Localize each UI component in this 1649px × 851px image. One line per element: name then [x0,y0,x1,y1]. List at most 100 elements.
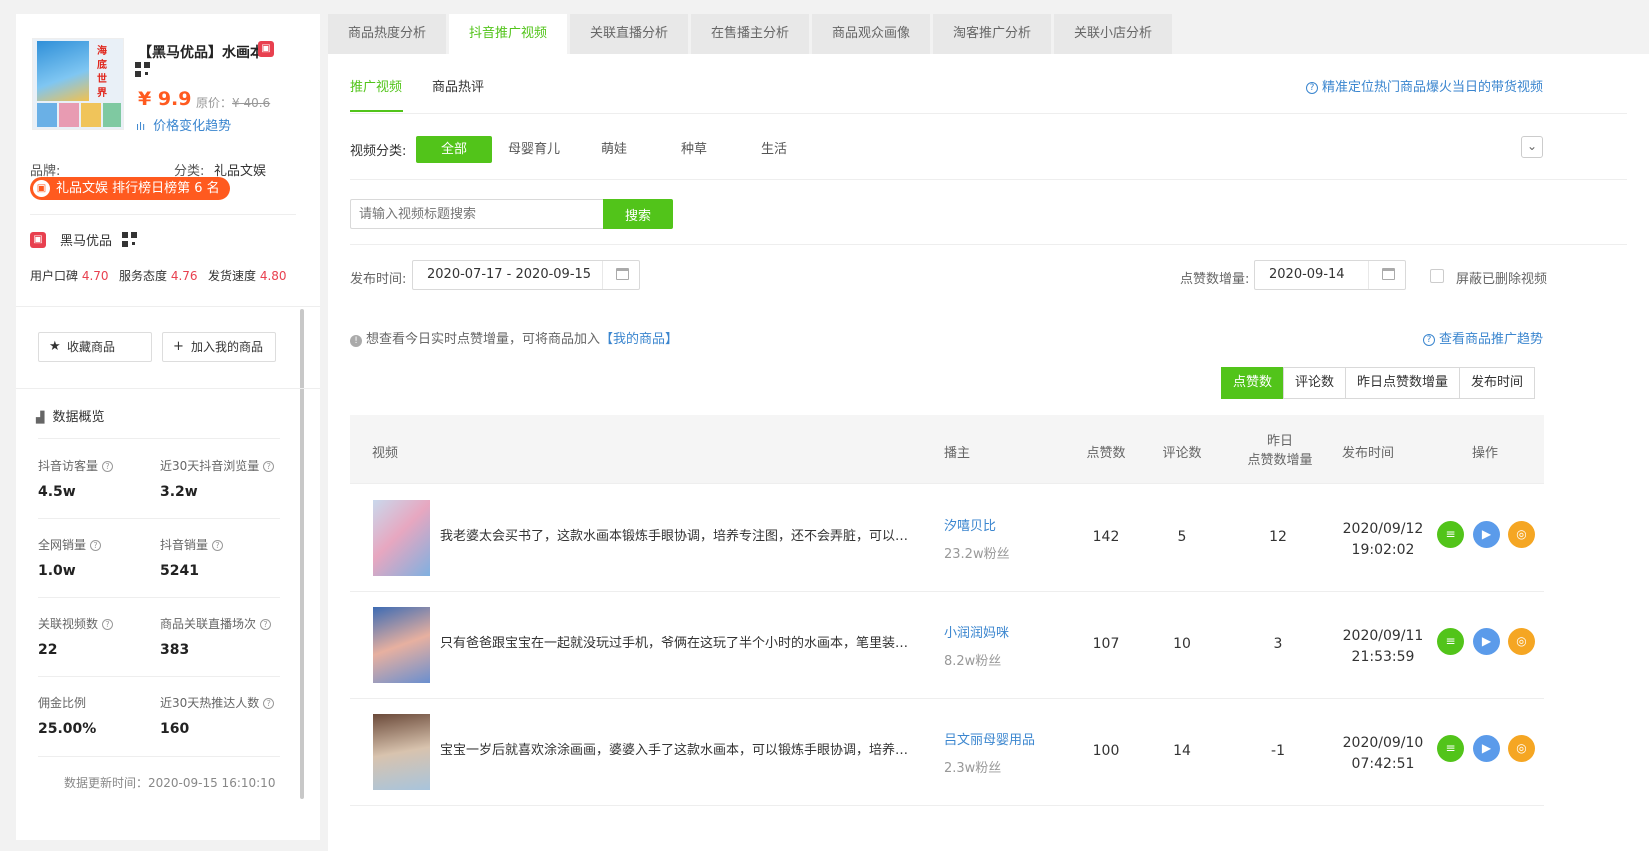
author-link[interactable]: 小润润妈咪 [944,622,1009,641]
price-trend-link[interactable]: ılı 价格变化趋势 [136,115,231,134]
col-yesterday-likes: 昨日 点赞数增量 [1247,434,1313,468]
detail-list-icon[interactable]: ≡ [1437,628,1464,655]
hide-deleted-checkbox[interactable] [1430,269,1444,283]
panel-scrollbar[interactable] [300,309,304,799]
rank-badge[interactable]: ▣ 礼品文娱 排行榜日榜第 6 名 [30,177,230,200]
sort-options: 点赞数 评论数 昨日点赞数增量 发布时间 [1221,367,1536,399]
target-icon[interactable]: ◎ [1508,628,1535,655]
info-icon: ! [350,335,362,347]
product-thumbnail[interactable]: 海底世界 [32,38,124,130]
sort-yesterday-likes[interactable]: 昨日点赞数增量 [1345,367,1461,399]
help-icon[interactable]: ? [90,540,102,551]
category-baby[interactable]: 母婴育儿 [496,136,572,163]
play-icon[interactable]: ▶ [1473,735,1500,762]
category-cute-kids[interactable]: 萌娃 [576,136,652,163]
calendar-icon [616,268,629,280]
chevron-down-icon[interactable]: ⌄ [1521,136,1543,158]
tab-audience[interactable]: 商品观众画像 [812,14,930,54]
col-publish-time: 发布时间 [1342,446,1395,461]
tab-streamers[interactable]: 在售播主分析 [691,14,809,54]
video-thumbnail[interactable] [373,500,430,576]
col-author: 播主 [944,446,971,461]
table-row[interactable]: 只有爸爸跟宝宝在一起就没玩过手机，爷俩在这玩了半个小时的水画本，笔里装的是清水 … [350,592,1544,699]
plus-icon: + [173,339,184,354]
col-comments: 评论数 [1162,446,1202,461]
help-icon[interactable]: ? [102,619,114,630]
table-row[interactable]: 我老婆太会买书了，这款水画本锻炼手眼协调，培养专注图，还不会弄脏，可以重复使用 … [350,485,1544,592]
store-icon: ▣ [30,232,46,248]
tab-douyin-videos[interactable]: 抖音推广视频 [449,14,567,54]
sort-publish-time[interactable]: 发布时间 [1459,367,1536,399]
product-name[interactable]: 【黑马优品】水画本 [138,42,264,62]
video-title[interactable]: 只有爸爸跟宝宝在一起就没玩过手机，爷俩在这玩了半个小时的水画本，笔里装的是清水 [440,632,920,651]
category-life[interactable]: 生活 [736,136,812,163]
detail-list-icon[interactable]: ≡ [1437,521,1464,548]
category-all[interactable]: 全部 [416,136,492,163]
star-icon: ★ [49,339,61,354]
thumbnail-mini [103,103,121,127]
col-actions: 操作 [1472,446,1499,461]
tab-heat-analysis[interactable]: 商品热度分析 [328,14,446,54]
add-my-products-button[interactable]: + 加入我的商品 [162,332,276,362]
score-service: 服务态度 4.76 [119,269,198,283]
help-icon[interactable]: ? [263,698,275,709]
video-title[interactable]: 宝宝一岁后就喜欢涂涂画画，婆婆入手了这款水画本，可以锻炼手眼协调，培养专注力 [440,739,920,758]
target-icon[interactable]: ◎ [1508,521,1535,548]
tab-taoke[interactable]: 淘客推广分析 [933,14,1051,54]
product-price: ¥ 9.9 [138,88,192,110]
search-button[interactable]: 搜索 [603,199,673,229]
publish-date-range[interactable]: 2020-07-17 - 2020-09-15 [412,260,640,290]
tab-shop[interactable]: 关联小店分析 [1054,14,1172,54]
category-label: 视频分类: [350,144,407,159]
help-icon[interactable]: ? [260,619,272,630]
likes-increment-label: 点赞数增量: [1180,272,1250,287]
help-icon[interactable]: ? [102,461,114,472]
author-link[interactable]: 汐嘻贝比 [944,515,996,534]
help-icon[interactable]: ? [212,540,224,551]
tab-live-analysis[interactable]: 关联直播分析 [570,14,688,54]
divider [16,388,320,389]
main-content: 推广视频 商品热评 ? 精准定位热门商品爆火当日的带货视频 视频分类: 全部 母婴… [328,54,1649,851]
thumbnail-text: 海底世界 [97,46,107,99]
product-panel: 海底世界 【黑马优品】水画本 ▣ ¥ 9.9 原价：¥ 40.6 ılı 价格变化… [16,14,320,840]
divider [602,261,603,289]
detail-list-icon[interactable]: ≡ [1437,735,1464,762]
video-search-input[interactable] [350,199,606,229]
notice-bar: ! 想查看今日实时点赞增量，可将商品加入【我的商品】 [350,328,678,347]
subtab-hot-comments[interactable]: 商品热评 [432,76,484,95]
table-row[interactable]: 宝宝一岁后就喜欢涂涂画画，婆婆入手了这款水画本，可以锻炼手眼协调，培养专注力 吕… [350,699,1544,806]
favorite-button[interactable]: ★ 收藏商品 [38,332,152,362]
likes-value: 107 [1092,636,1120,652]
divider [38,676,280,677]
video-title[interactable]: 我老婆太会买书了，这款水画本锻炼手眼协调，培养专注图，还不会弄脏，可以重复使用 [440,525,920,544]
fans-count: 8.2w粉丝 [944,654,1002,669]
qr-code-icon[interactable] [135,62,150,77]
play-icon[interactable]: ▶ [1473,521,1500,548]
comments-value: 14 [1173,743,1191,759]
update-time: 数据更新时间：2020-09-15 16:10:10 [64,776,276,790]
help-icon[interactable]: ? [263,461,275,472]
play-icon[interactable]: ▶ [1473,628,1500,655]
divider [350,113,1627,114]
publish-datetime: 2020/09/12 19:02:02 [1342,521,1424,558]
promo-trend-link[interactable]: ? 查看商品推广趋势 [1422,328,1543,347]
divider [38,756,280,757]
fans-count: 23.2w粉丝 [944,547,1010,562]
sort-comments[interactable]: 评论数 [1283,367,1347,399]
subtab-promo-videos[interactable]: 推广视频 [350,76,402,95]
likes-value: 100 [1092,743,1120,759]
author-link[interactable]: 吕文丽母婴用品 [944,729,1035,748]
video-thumbnail[interactable] [373,714,430,790]
video-thumbnail[interactable] [373,607,430,683]
likes-date-picker[interactable]: 2020-09-14 [1254,260,1406,290]
question-icon: ? [1422,334,1435,346]
target-icon[interactable]: ◎ [1508,735,1535,762]
publish-time-label: 发布时间: [350,272,407,287]
help-hot-videos-link[interactable]: ? 精准定位热门商品爆火当日的带货视频 [1305,76,1543,95]
sort-likes[interactable]: 点赞数 [1221,367,1285,399]
store-qr-icon[interactable] [122,232,137,247]
my-products-link[interactable]: 【我的商品】 [600,332,678,347]
store-name[interactable]: 黑马优品 [60,230,112,249]
category-recommend[interactable]: 种草 [656,136,732,163]
bag-icon: ▣ [33,180,50,197]
